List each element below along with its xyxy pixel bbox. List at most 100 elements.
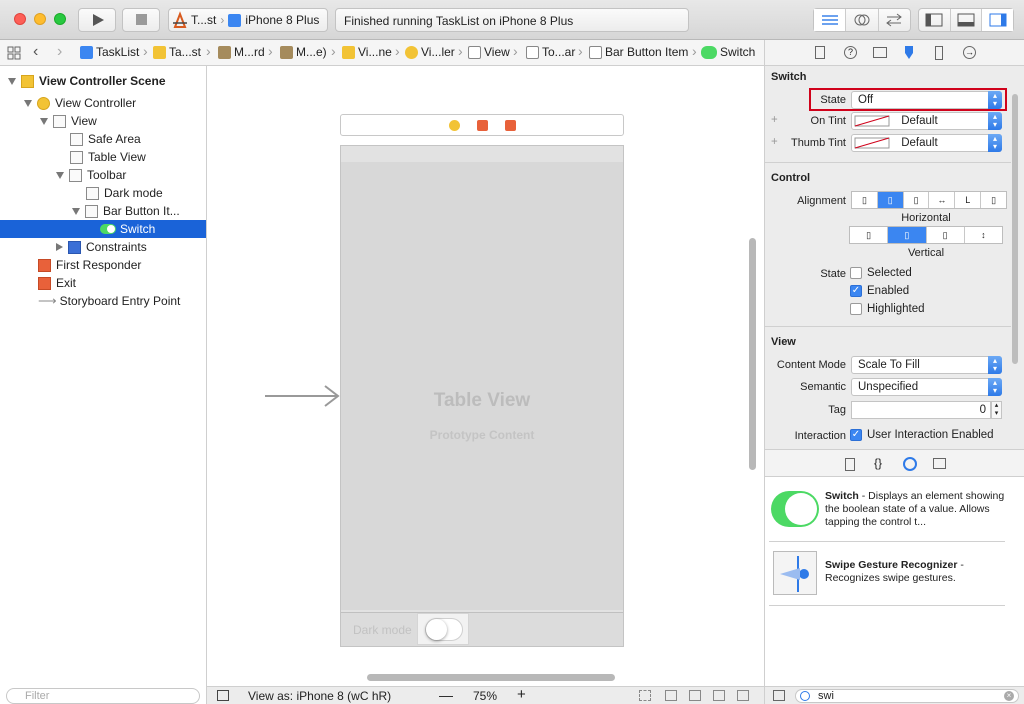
identity-inspector-icon[interactable] [873, 47, 887, 58]
align-right-button[interactable]: ▯ [904, 192, 930, 208]
close-window-button[interactable] [14, 13, 26, 25]
code-snippet-icon[interactable]: {} [874, 456, 882, 470]
align-leading-button[interactable]: L [955, 192, 982, 208]
highlighted-checkbox-row[interactable]: Highlighted [850, 303, 925, 315]
state-popup[interactable]: Off ▴ ▾ [851, 91, 1002, 109]
tag-field[interactable]: 0 [851, 401, 991, 419]
breadcrumb-storyboard-base[interactable]: M...e) [280, 45, 327, 59]
breadcrumb-scene[interactable]: Vi...ne [342, 45, 392, 59]
zoom-window-button[interactable] [54, 13, 66, 25]
outline-item-table-view[interactable]: Table View [0, 148, 206, 166]
enabled-checkbox[interactable] [850, 285, 862, 297]
thumb-tint-popup[interactable]: Default ▴ ▾ [851, 134, 1002, 152]
breadcrumb-storyboard[interactable]: M...rd [218, 45, 265, 59]
size-inspector-icon[interactable] [935, 46, 943, 60]
help-icon[interactable]: ? [844, 46, 857, 59]
outline-item-constraints[interactable]: Constraints [0, 238, 206, 256]
outline-item-bar-button-item[interactable]: Bar Button It... [0, 202, 206, 220]
breadcrumb-bar-button-item[interactable]: Bar Button Item [589, 45, 688, 59]
toggle-navigator-button[interactable] [919, 9, 951, 31]
scheme-selector[interactable]: T...st › iPhone 8 Plus [168, 8, 328, 32]
forward-arrow-icon[interactable]: › [57, 43, 62, 61]
on-tint-popup[interactable]: Default ▴ ▾ [851, 112, 1002, 130]
library-item-switch[interactable]: Switch - Displays an element showing the… [825, 490, 1011, 529]
disclosure-triangle-icon[interactable] [40, 117, 48, 125]
selected-checkbox[interactable] [850, 267, 862, 279]
align-trailing-button[interactable]: ▯ [981, 192, 1006, 208]
view-controller-frame[interactable]: Table View Prototype Content Dark mode [340, 145, 624, 647]
storyboard-canvas[interactable]: Table View Prototype Content Dark mode [207, 66, 764, 704]
breadcrumb-folder[interactable]: Ta...st [153, 45, 201, 59]
vertical-scrollbar[interactable] [749, 78, 757, 672]
selected-checkbox-row[interactable]: Selected [850, 267, 912, 279]
breadcrumb-toolbar[interactable]: To...ar [526, 45, 575, 59]
outline-item-first-responder[interactable]: First Responder [0, 256, 206, 274]
dark-mode-button[interactable]: Dark mode [353, 623, 412, 637]
outline-item-view[interactable]: View [0, 112, 206, 130]
file-template-icon[interactable] [845, 458, 855, 471]
attributes-inspector-icon[interactable] [902, 45, 916, 61]
align-fill-button[interactable]: ↔ [929, 192, 956, 208]
switch-bar-item[interactable] [417, 613, 469, 645]
tag-stepper[interactable]: ▴ ▾ [991, 401, 1002, 419]
standard-editor-button[interactable] [814, 9, 847, 31]
connections-inspector-icon[interactable]: → [963, 46, 976, 59]
zoom-in-button[interactable]: + [517, 686, 526, 703]
minimize-window-button[interactable] [34, 13, 46, 25]
disclosure-triangle-icon[interactable] [8, 77, 16, 85]
toggle-inspector-button[interactable] [982, 9, 1014, 31]
pin-icon[interactable] [713, 690, 725, 701]
inspector-scrollbar[interactable] [1012, 68, 1019, 448]
breadcrumb-project[interactable]: TaskList [80, 45, 139, 59]
outline-item-safe-area[interactable]: Safe Area [0, 130, 206, 148]
disclosure-triangle-icon[interactable] [24, 99, 32, 107]
view-controller-icon[interactable] [449, 120, 460, 131]
library-search-input[interactable]: swi × [795, 689, 1019, 703]
media-library-icon[interactable] [933, 458, 946, 469]
version-editor-button[interactable] [879, 9, 910, 31]
stack-icon[interactable] [665, 690, 677, 701]
align-middle-button[interactable]: ▯ [888, 227, 927, 243]
switch-control[interactable] [425, 618, 463, 641]
align-left-button[interactable]: ▯ [852, 192, 878, 208]
outline-item-exit[interactable]: Exit [0, 274, 206, 292]
align-vfill-button[interactable]: ↕ [965, 227, 1002, 243]
outline-item-scene[interactable]: View Controller Scene [0, 72, 206, 90]
outline-item-toolbar[interactable]: Toolbar [0, 166, 206, 184]
table-view[interactable]: Table View Prototype Content [341, 162, 623, 610]
content-mode-popup[interactable]: Scale To Fill ▴ ▾ [851, 356, 1002, 374]
zoom-out-button[interactable]: — [439, 687, 453, 703]
align-bottom-button[interactable]: ▯ [927, 227, 965, 243]
scene-dock[interactable] [340, 114, 624, 136]
highlighted-checkbox[interactable] [850, 303, 862, 315]
back-arrow-icon[interactable]: ‹ [33, 43, 38, 61]
assistant-editor-button[interactable] [846, 9, 879, 31]
disclosure-triangle-icon[interactable] [56, 171, 64, 179]
breadcrumb-view-controller[interactable]: Vi...ler [405, 45, 455, 59]
outline-item-entry-point[interactable]: ⟶ Storyboard Entry Point [0, 292, 206, 310]
align-center-button[interactable]: ▯ [877, 192, 904, 208]
user-interaction-checkbox-row[interactable]: User Interaction Enabled [850, 429, 994, 441]
update-frames-icon[interactable] [639, 690, 651, 701]
object-library-icon[interactable] [903, 457, 917, 471]
breadcrumb-switch[interactable]: Switch [701, 45, 755, 59]
outline-item-view-controller[interactable]: View Controller [0, 94, 206, 112]
vertical-scroll-thumb[interactable] [749, 238, 756, 470]
view-as-label[interactable]: View as: iPhone 8 (wC hR) [248, 689, 391, 703]
toggle-debug-button[interactable] [951, 9, 983, 31]
horizontal-scroll-thumb[interactable] [367, 674, 615, 681]
stop-button[interactable] [122, 8, 160, 32]
toolbar[interactable]: Dark mode [341, 612, 623, 646]
inspector-scroll-thumb[interactable] [1012, 94, 1018, 364]
run-button[interactable] [78, 8, 116, 32]
first-responder-icon[interactable] [477, 120, 488, 131]
outline-item-dark-mode[interactable]: Dark mode [0, 184, 206, 202]
resolve-issues-icon[interactable] [737, 690, 749, 701]
outline-toggle-icon[interactable] [217, 690, 229, 701]
library-item-swipe-gesture[interactable]: Swipe Gesture Recognizer - Recognizes sw… [825, 559, 1011, 585]
enabled-checkbox-row[interactable]: Enabled [850, 285, 909, 297]
related-items-icon[interactable] [7, 46, 21, 60]
align-icon[interactable] [689, 690, 701, 701]
clear-search-icon[interactable]: × [1004, 691, 1014, 701]
user-interaction-checkbox[interactable] [850, 429, 862, 441]
